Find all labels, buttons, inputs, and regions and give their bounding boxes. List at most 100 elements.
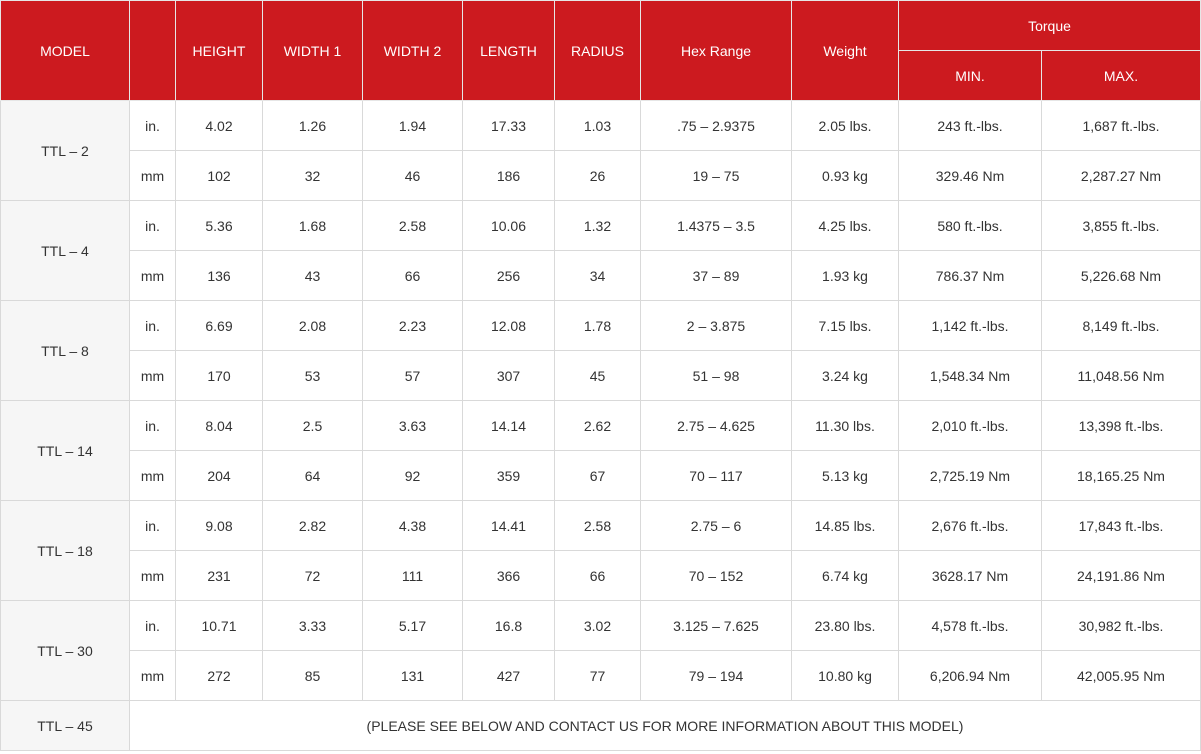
torque-min-cell: 580 ft.-lbs. [898, 200, 1042, 251]
radius-cell: 67 [554, 450, 641, 501]
width1-cell: 72 [262, 550, 363, 601]
length-cell: 256 [462, 250, 555, 301]
hex-range-cell: 2.75 – 6 [640, 500, 792, 551]
model-cell: TTL – 14 [0, 400, 130, 501]
length-cell: 427 [462, 650, 555, 701]
hex-range-cell: 19 – 75 [640, 150, 792, 201]
width1-cell: 85 [262, 650, 363, 701]
spec-table: MODEL HEIGHT WIDTH 1 WIDTH 2 LENGTH RADI… [0, 0, 1201, 751]
length-cell: 307 [462, 350, 555, 401]
model-cell: TTL – 4 [0, 200, 130, 301]
height-cell: 231 [175, 550, 263, 601]
width1-cell: 53 [262, 350, 363, 401]
hex-range-cell: 70 – 152 [640, 550, 792, 601]
unit-cell: in. [129, 100, 176, 151]
weight-cell: 3.24 kg [791, 350, 899, 401]
table-row: TTL – 2 in. 4.02 1.26 1.94 17.33 1.03 .7… [0, 100, 1201, 201]
model-cell: TTL – 45 [0, 700, 130, 751]
height-cell: 8.04 [175, 400, 263, 451]
model-cell: TTL – 8 [0, 300, 130, 401]
table-row-ttl-45: TTL – 45 (PLEASE SEE BELOW AND CONTACT U… [0, 700, 1201, 751]
table-row: mm 136 43 66 256 34 37 – 89 1.93 kg 786.… [1, 250, 1201, 301]
torque-max-cell: 42,005.95 Nm [1041, 650, 1201, 701]
weight-cell: 7.15 lbs. [791, 300, 899, 351]
hex-range-cell: 37 – 89 [640, 250, 792, 301]
height-cell: 6.69 [175, 300, 263, 351]
width2-cell: 92 [362, 450, 463, 501]
height-cell: 4.02 [175, 100, 263, 151]
width1-cell: 64 [262, 450, 363, 501]
torque-max-cell: 13,398 ft.-lbs. [1041, 400, 1201, 451]
radius-cell: 3.02 [554, 600, 641, 651]
col-header-radius: RADIUS [554, 0, 641, 101]
table-row: mm 102 32 46 186 26 19 – 75 0.93 kg 329.… [1, 150, 1201, 201]
model-cell: TTL – 2 [0, 100, 130, 201]
weight-cell: 14.85 lbs. [791, 500, 899, 551]
hex-range-cell: 2.75 – 4.625 [640, 400, 792, 451]
unit-cell: in. [129, 200, 176, 251]
table-row: mm 204 64 92 359 67 70 – 117 5.13 kg 2,7… [1, 450, 1201, 501]
height-cell: 9.08 [175, 500, 263, 551]
unit-cell: in. [129, 400, 176, 451]
torque-min-cell: 1,548.34 Nm [898, 350, 1042, 401]
torque-max-cell: 11,048.56 Nm [1041, 350, 1201, 401]
col-header-torque-min: MIN. [898, 50, 1042, 101]
contact-note: (PLEASE SEE BELOW AND CONTACT US FOR MOR… [129, 700, 1201, 751]
torque-min-cell: 243 ft.-lbs. [898, 100, 1042, 151]
col-header-weight: Weight [791, 0, 899, 101]
height-cell: 272 [175, 650, 263, 701]
torque-max-cell: 3,855 ft.-lbs. [1041, 200, 1201, 251]
radius-cell: 34 [554, 250, 641, 301]
torque-min-cell: 6,206.94 Nm [898, 650, 1042, 701]
radius-cell: 77 [554, 650, 641, 701]
torque-min-cell: 4,578 ft.-lbs. [898, 600, 1042, 651]
width2-cell: 66 [362, 250, 463, 301]
unit-cell: in. [129, 300, 176, 351]
length-cell: 16.8 [462, 600, 555, 651]
hex-range-cell: 51 – 98 [640, 350, 792, 401]
table-row: TTL – 14 in. 8.04 2.5 3.63 14.14 2.62 2.… [0, 400, 1201, 501]
width1-cell: 1.68 [262, 200, 363, 251]
weight-cell: 23.80 lbs. [791, 600, 899, 651]
hex-range-cell: 3.125 – 7.625 [640, 600, 792, 651]
length-cell: 12.08 [462, 300, 555, 351]
radius-cell: 26 [554, 150, 641, 201]
unit-cell: in. [129, 600, 176, 651]
model-cell: TTL – 30 [0, 600, 130, 701]
torque-min-cell: 2,010 ft.-lbs. [898, 400, 1042, 451]
radius-cell: 1.03 [554, 100, 641, 151]
unit-cell: in. [129, 500, 176, 551]
width1-cell: 32 [262, 150, 363, 201]
weight-cell: 5.13 kg [791, 450, 899, 501]
unit-cell: mm [129, 650, 176, 701]
radius-cell: 1.78 [554, 300, 641, 351]
width1-cell: 1.26 [262, 100, 363, 151]
col-header-unit [129, 0, 176, 101]
table-row: mm 170 53 57 307 45 51 – 98 3.24 kg 1,54… [1, 350, 1201, 401]
torque-min-cell: 329.46 Nm [898, 150, 1042, 201]
torque-max-cell: 2,287.27 Nm [1041, 150, 1201, 201]
weight-cell: 0.93 kg [791, 150, 899, 201]
width2-cell: 46 [362, 150, 463, 201]
torque-max-cell: 5,226.68 Nm [1041, 250, 1201, 301]
col-header-model: MODEL [0, 0, 130, 101]
length-cell: 366 [462, 550, 555, 601]
header-row: MODEL HEIGHT WIDTH 1 WIDTH 2 LENGTH RADI… [0, 0, 1201, 101]
torque-min-cell: 3628.17 Nm [898, 550, 1042, 601]
torque-max-cell: 17,843 ft.-lbs. [1041, 500, 1201, 551]
height-cell: 5.36 [175, 200, 263, 251]
torque-max-cell: 1,687 ft.-lbs. [1041, 100, 1201, 151]
table-row: TTL – 18 in. 9.08 2.82 4.38 14.41 2.58 2… [0, 500, 1201, 601]
radius-cell: 45 [554, 350, 641, 401]
col-header-height: HEIGHT [175, 0, 263, 101]
col-header-width2: WIDTH 2 [362, 0, 463, 101]
width2-cell: 111 [362, 550, 463, 601]
width1-cell: 43 [262, 250, 363, 301]
col-header-width1: WIDTH 1 [262, 0, 363, 101]
width1-cell: 2.08 [262, 300, 363, 351]
width1-cell: 2.5 [262, 400, 363, 451]
height-cell: 170 [175, 350, 263, 401]
model-cell: TTL – 18 [0, 500, 130, 601]
width2-cell: 2.58 [362, 200, 463, 251]
weight-cell: 4.25 lbs. [791, 200, 899, 251]
